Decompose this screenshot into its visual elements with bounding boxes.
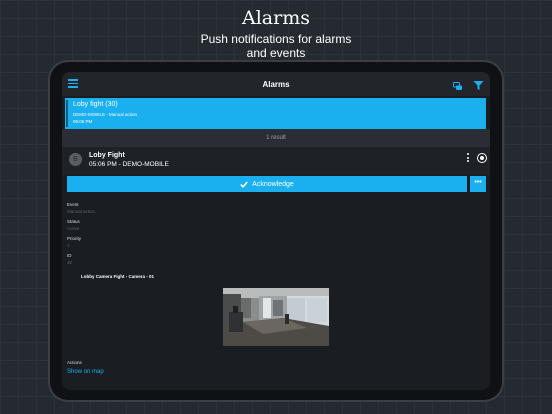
more-actions-button[interactable]: ••• — [470, 176, 486, 192]
status-value: Active — [67, 226, 80, 231]
alarm-list-item[interactable]: Loby fight (30) DEMO-MOBILE - Manual act… — [65, 98, 486, 129]
hamburger-menu-icon[interactable] — [68, 79, 78, 88]
tablet-frame: Alarms Loby fight (30) DEMO-MOBILE - Man… — [50, 62, 502, 400]
show-on-map-link[interactable]: Show on map — [67, 369, 104, 375]
chat-bubbles-icon[interactable] — [453, 79, 463, 90]
top-bar: Alarms — [62, 72, 490, 96]
selected-indicator — [66, 100, 68, 127]
more-options-icon[interactable] — [466, 153, 470, 164]
alarm-item-meta: DEMO-MOBILE - Manual action — [73, 112, 138, 117]
event-label: Event — [67, 202, 79, 207]
checkmark-icon — [240, 180, 248, 188]
id-value: 30 — [67, 260, 73, 265]
priority-label: Priority — [67, 236, 82, 241]
result-count: 1 result — [62, 129, 490, 147]
alarm-item-time: 05:06 PM — [73, 119, 93, 124]
app-screen: Alarms Loby fight (30) DEMO-MOBILE - Man… — [62, 72, 490, 390]
promo-title: Alarms — [242, 7, 310, 29]
camera-snapshot[interactable] — [223, 288, 329, 346]
event-value: Manual action — [67, 209, 96, 214]
avatar: B — [69, 153, 82, 166]
alarm-detail-title: Loby Fight — [89, 152, 125, 159]
id-label: ID — [67, 253, 72, 258]
alarm-detail-subtitle: 05:06 PM - DEMO-MOBILE — [89, 161, 169, 168]
acknowledge-label: Acknowledge — [252, 180, 294, 188]
priority-value: 1 — [67, 243, 70, 248]
page-title: Alarms — [262, 79, 290, 89]
promo-subtitle-line-1: Push notifications for alarms — [200, 32, 352, 46]
filter-funnel-icon[interactable] — [473, 78, 484, 90]
status-label: Status — [67, 219, 80, 224]
close-icon[interactable] — [477, 153, 487, 163]
actions-label: Actions — [67, 360, 82, 365]
promo-subtitle-line-2: and events — [246, 46, 306, 60]
promo-subtitle: Push notifications for alarms and events — [176, 32, 376, 60]
camera-title: Lobby Camera Fight - Camera - 01 — [81, 274, 155, 279]
alarm-detail-header: B Loby Fight 05:06 PM - DEMO-MOBILE — [62, 147, 490, 175]
alarm-item-title: Loby fight (30) — [73, 101, 118, 108]
acknowledge-button[interactable]: Acknowledge — [67, 176, 467, 192]
